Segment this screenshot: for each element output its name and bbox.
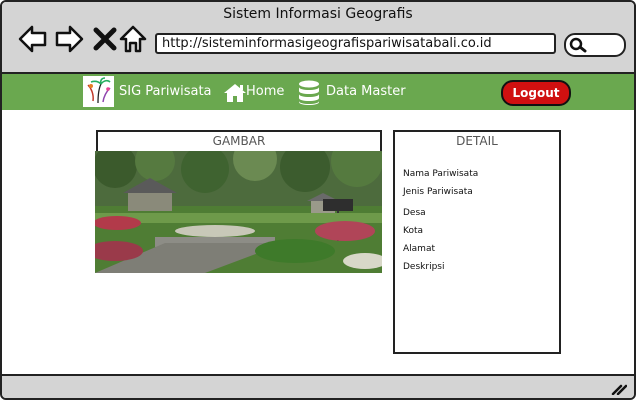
back-arrow-icon[interactable]: [18, 24, 48, 54]
search-box[interactable]: [564, 33, 626, 57]
field-kota: Kota: [403, 226, 424, 236]
url-input[interactable]: http://sisteminformasigeografispariwisat…: [155, 33, 556, 54]
field-deskripsi: Deskripsi: [403, 262, 445, 272]
detail-title: DETAIL: [456, 134, 498, 148]
field-alamat: Alamat: [403, 244, 435, 254]
field-jenis-pariwisata: Jenis Pariwisata: [403, 187, 473, 197]
home-nav-icon[interactable]: [223, 83, 247, 103]
bali-logo-icon: [87, 77, 111, 104]
gambar-title: GAMBAR: [212, 134, 266, 148]
home-icon[interactable]: [118, 24, 148, 54]
tourism-photo: [95, 151, 382, 273]
search-icon: [569, 37, 587, 53]
logo: [83, 76, 114, 107]
close-icon[interactable]: [90, 24, 120, 54]
logout-button[interactable]: Logout: [501, 80, 571, 106]
status-bar: [2, 374, 634, 398]
resize-grip-icon[interactable]: [611, 381, 627, 395]
nav-home[interactable]: Home: [246, 84, 284, 99]
gambar-panel-header: GAMBAR: [96, 130, 382, 152]
forward-arrow-icon[interactable]: [54, 24, 84, 54]
browser-window: Sistem Informasi Geografis http://sistem…: [0, 0, 636, 400]
detail-panel: DETAIL Nama Pariwisata Jenis Pariwisata …: [393, 130, 561, 354]
brand-link[interactable]: SIG Pariwisata: [119, 84, 212, 99]
field-desa: Desa: [403, 208, 426, 218]
browser-toolbar: Sistem Informasi Geografis http://sistem…: [2, 2, 634, 74]
park-image: [95, 151, 382, 273]
database-icon[interactable]: [298, 80, 320, 106]
top-navbar: SIG Pariwisata Home Data Master Logout: [2, 74, 634, 110]
window-title: Sistem Informasi Geografis: [223, 6, 413, 22]
nav-data-master[interactable]: Data Master: [326, 84, 406, 99]
field-nama-pariwisata: Nama Pariwisata: [403, 169, 479, 179]
